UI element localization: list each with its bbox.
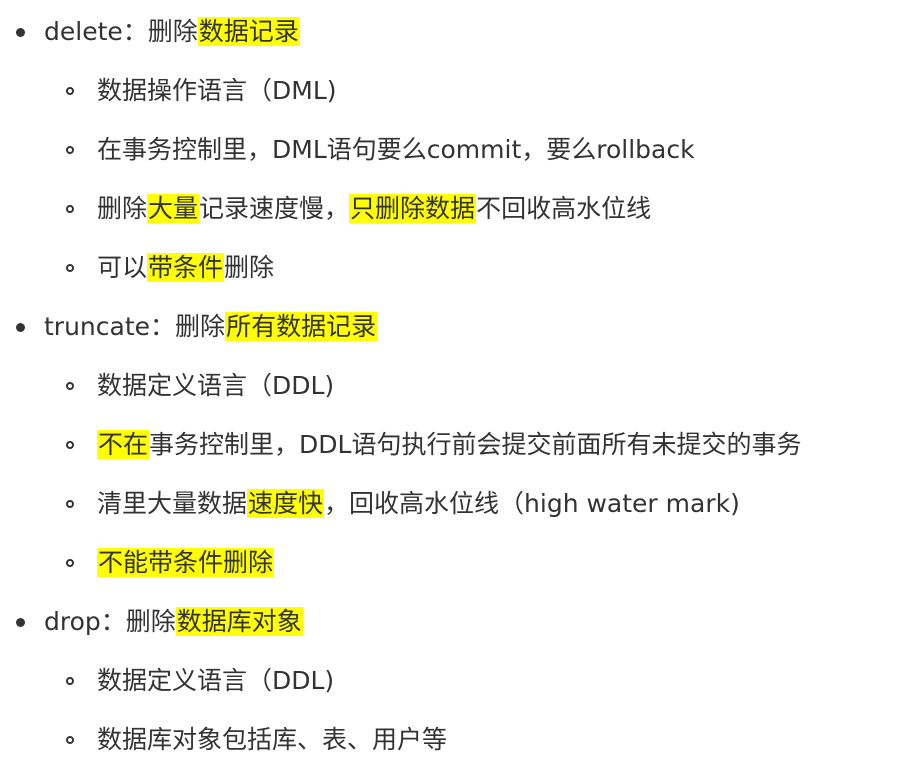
sub-list-item: 删除大量记录速度慢，只删除数据不回收高水位线: [97, 189, 651, 229]
sub-item-text: ，回收高水位线（high water mark): [324, 489, 740, 518]
list-item-truncate: truncate：删除所有数据记录: [44, 307, 378, 347]
sub-item-text: 记录速度慢，: [199, 194, 350, 223]
sub-item-text: 数据定义语言（DDL): [97, 666, 335, 695]
item-term: drop: [44, 607, 101, 636]
sub-list-item: 不能带条件删除: [97, 543, 275, 583]
bullet-circle: [66, 382, 74, 390]
highlighted-text: 数据记录: [197, 17, 300, 46]
bullet-circle: [66, 264, 74, 272]
bullet-circle: [66, 500, 74, 508]
sub-item-text: 不回收高水位线: [476, 194, 652, 223]
sub-list-item: 可以带条件删除: [97, 248, 274, 288]
bullet-disc: [16, 28, 25, 37]
sub-list-item: 数据定义语言（DDL): [97, 366, 334, 406]
sub-list-item: 数据操作语言（DML): [97, 71, 337, 111]
sub-item-text: 删除: [97, 194, 148, 223]
sub-list-item: 不在事务控制里，DDL语句执行前会提交前面所有未提交的事务: [97, 425, 801, 465]
sub-item-text: 在事务控制里，DML语句要么commit，要么rollback: [97, 135, 695, 164]
sub-item-text: 事务控制里，DDL语句执行前会提交前面所有未提交的事务: [149, 430, 802, 459]
sub-item-text: 删除: [224, 253, 275, 282]
highlighted-text: 速度快: [247, 489, 325, 518]
bullet-disc: [16, 323, 25, 332]
item-separator: ：: [122, 17, 148, 46]
item-text: 删除: [125, 607, 176, 636]
bullet-disc: [16, 618, 25, 627]
bullet-circle: [66, 677, 74, 685]
sub-item-text: 数据操作语言（DML): [97, 76, 337, 105]
bullet-circle: [66, 87, 74, 95]
highlighted-text: 不能带条件删除: [97, 548, 275, 577]
highlighted-text: 不在: [97, 430, 150, 459]
bullet-circle: [66, 205, 74, 213]
item-text: 删除: [147, 17, 198, 46]
bullet-circle: [66, 441, 74, 449]
highlighted-text: 带条件: [147, 253, 225, 282]
document-body: delete：删除数据记录 数据操作语言（DML) 在事务控制里，DML语句要么…: [0, 0, 901, 775]
highlighted-text: 大量: [147, 194, 200, 223]
item-term: delete: [44, 17, 123, 46]
highlighted-text: 只删除数据: [349, 194, 477, 223]
bullet-circle: [66, 146, 74, 154]
highlighted-text: 所有数据记录: [225, 312, 378, 341]
sub-item-text: 数据库对象包括库、表、用户等: [97, 725, 448, 754]
item-separator: ：: [150, 312, 176, 341]
sub-list-item: 在事务控制里，DML语句要么commit，要么rollback: [97, 130, 695, 170]
item-term: truncate: [44, 312, 151, 341]
sub-item-text: 可以: [97, 253, 148, 282]
item-separator: ：: [100, 607, 126, 636]
bullet-circle: [66, 736, 74, 744]
list-item-drop: drop：删除数据库对象: [44, 602, 303, 642]
sub-item-text: 清里大量数据: [97, 489, 248, 518]
sub-list-item: 清里大量数据速度快，回收高水位线（high water mark): [97, 484, 740, 524]
sub-list-item: 数据定义语言（DDL): [97, 661, 334, 701]
bullet-circle: [66, 559, 74, 567]
sub-list-item: 数据库对象包括库、表、用户等: [97, 720, 447, 760]
sub-item-text: 数据定义语言（DDL): [97, 371, 335, 400]
highlighted-text: 数据库对象: [175, 607, 303, 636]
item-text: 删除: [175, 312, 226, 341]
list-item-delete: delete：删除数据记录: [44, 12, 300, 52]
